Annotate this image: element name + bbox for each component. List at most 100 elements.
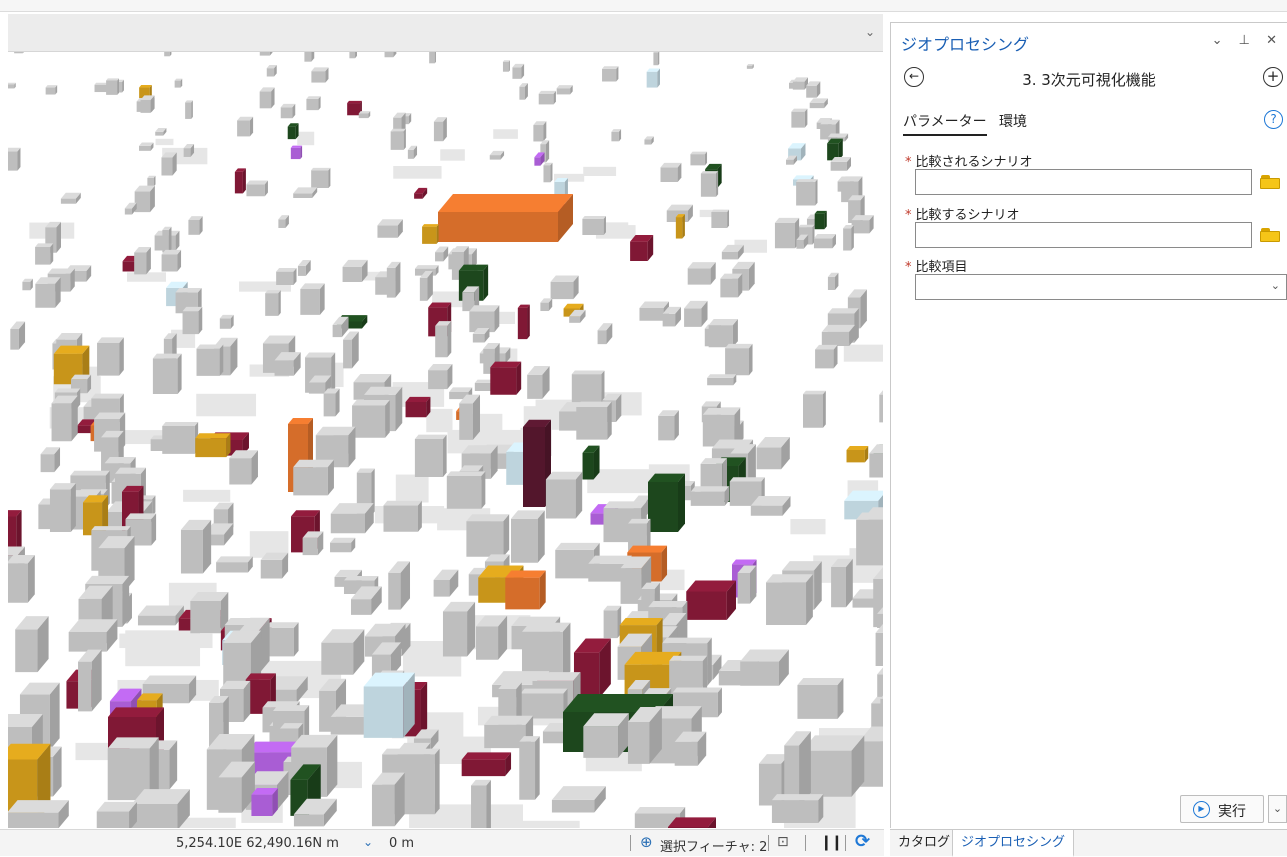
chevron-down-icon[interactable]: ⌄: [865, 25, 875, 39]
building-face: [56, 221, 61, 253]
building-face: [556, 88, 571, 95]
run-label: 実行: [1218, 804, 1246, 820]
select-features-icon[interactable]: ⊕: [640, 833, 653, 851]
building-face: [342, 266, 362, 282]
building-face: [97, 342, 120, 376]
building-face: [815, 344, 838, 350]
help-icon[interactable]: ?: [1264, 110, 1283, 129]
building-face: [385, 400, 390, 438]
browse-folder-icon[interactable]: [1260, 175, 1282, 189]
building-face: [459, 403, 473, 440]
building-face: [702, 408, 741, 415]
building-face: [191, 100, 193, 119]
building-face: [749, 343, 753, 376]
building-face: [276, 271, 294, 285]
building-face: [620, 568, 642, 604]
tab-parameters[interactable]: パラメーター: [903, 111, 987, 136]
building-face: [700, 173, 717, 197]
building-face: [466, 521, 504, 557]
ground-block: [297, 131, 315, 146]
map-3d-view[interactable]: [8, 52, 883, 828]
building-face: [293, 622, 299, 657]
building-face: [134, 252, 147, 275]
building-face: [216, 556, 253, 563]
run-options-chevron-icon[interactable]: ⌄: [1268, 795, 1287, 823]
units-dropdown-icon[interactable]: ⌄: [363, 835, 373, 849]
compared-scenario-input[interactable]: [915, 169, 1252, 195]
building-face: [414, 265, 439, 269]
building-face: [49, 682, 60, 751]
building-face: [269, 52, 273, 56]
building-face: [657, 68, 660, 88]
run-button[interactable]: ▶ 実行: [1180, 795, 1264, 823]
building-face: [851, 225, 854, 251]
building-face: [674, 741, 698, 766]
building-face: [447, 321, 452, 358]
building-face: [152, 358, 178, 394]
tab-geoprocessing[interactable]: ジオプロセシング: [952, 830, 1075, 857]
building-face: [687, 268, 711, 285]
building-face: [162, 229, 169, 253]
pane-window-controls[interactable]: ⌄ ⊥ ✕: [1212, 33, 1283, 48]
building-face: [278, 219, 286, 228]
building-face: [436, 224, 439, 244]
param-label-text: 比較されるシナリオ: [915, 155, 1033, 170]
param-label-comparison-item: * 比較項目: [905, 256, 968, 275]
building-face: [131, 804, 178, 828]
building-face: [634, 807, 686, 814]
building-face: [94, 412, 126, 420]
building-face: [653, 52, 659, 66]
building-face: [47, 268, 75, 274]
add-circle-icon[interactable]: +: [1263, 67, 1283, 87]
building-face: [731, 559, 757, 565]
building-face: [690, 486, 730, 492]
refresh-icon[interactable]: ⟳: [855, 831, 870, 852]
building-face: [229, 458, 252, 485]
building-face: [435, 325, 448, 358]
building-face: [147, 177, 154, 187]
building-face: [467, 601, 476, 657]
building-face: [774, 222, 796, 249]
comparison-item-select[interactable]: ⌄: [915, 274, 1287, 300]
building-face: [824, 210, 827, 230]
building-face: [383, 505, 418, 532]
building-face: [251, 794, 273, 817]
building-face: [407, 149, 414, 159]
tab-environments[interactable]: 環境: [999, 111, 1027, 134]
building-face: [830, 161, 847, 171]
building-face: [582, 216, 606, 219]
building-face: [603, 610, 618, 639]
ground-block: [196, 393, 257, 417]
building-face: [555, 542, 600, 550]
browse-folder-icon[interactable]: [1260, 228, 1282, 242]
building-face: [175, 287, 202, 293]
comparing-scenario-input[interactable]: [915, 222, 1252, 248]
building-face: [821, 331, 850, 347]
ground-block: [183, 489, 231, 502]
building-face: [180, 529, 203, 574]
building-face: [8, 84, 15, 89]
building-face: [658, 52, 660, 66]
tab-catalog[interactable]: カタログ: [890, 830, 958, 857]
building-face: [588, 563, 626, 582]
building-face: [725, 348, 750, 376]
pause-icon[interactable]: ❙❙: [820, 833, 843, 851]
building-face: [190, 601, 221, 634]
building-face: [746, 65, 753, 69]
building-face: [195, 438, 227, 458]
building-face: [182, 311, 199, 335]
building-face: [152, 353, 182, 359]
building-face: [45, 87, 56, 95]
building-face: [168, 226, 172, 253]
building-face: [49, 489, 71, 532]
building-face: [690, 154, 705, 166]
city-buildings-scene[interactable]: [8, 52, 883, 828]
building-face: [503, 514, 510, 557]
building-face: [508, 60, 510, 72]
building-face: [556, 85, 573, 89]
window-top-strip: [0, 0, 1287, 12]
extent-box-icon[interactable]: ⊡: [777, 834, 789, 850]
building-face: [142, 675, 197, 685]
building-face: [700, 171, 719, 174]
building-face: [607, 401, 612, 440]
